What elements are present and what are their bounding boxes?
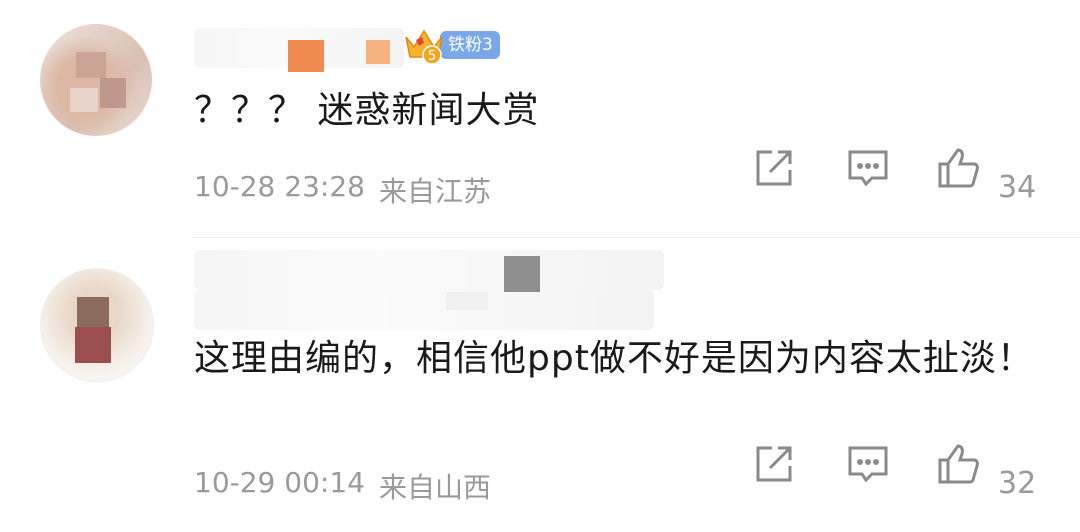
username-redacted[interactable] xyxy=(194,250,664,290)
crown-icon: 5 xyxy=(402,25,446,65)
like-icon[interactable] xyxy=(936,442,980,486)
comment-meta: 10-29 00:14 来自山西 xyxy=(194,466,491,506)
fan-level-label: 铁粉3 xyxy=(440,31,500,59)
username-mosaic xyxy=(446,292,488,310)
comment-location: 来自山西 xyxy=(378,471,491,504)
svg-text:5: 5 xyxy=(428,49,436,64)
reply-icon[interactable] xyxy=(846,442,890,486)
fan-badge[interactable]: 5 铁粉3 xyxy=(402,25,500,65)
comment-meta: 10-28 23:28 来自江苏 xyxy=(194,170,491,210)
comment-text: 这理由编的，相信他ppt做不好是因为内容太扯淡！ xyxy=(194,338,1034,379)
comment-time: 10-29 00:14 xyxy=(194,466,365,499)
username-mosaic xyxy=(288,40,324,72)
comment-text: ？？？ 迷惑新闻大赏 xyxy=(194,90,540,131)
username-redacted xyxy=(194,290,654,330)
share-icon[interactable] xyxy=(752,442,796,486)
comment-location: 来自江苏 xyxy=(378,175,491,208)
reply-icon[interactable] xyxy=(846,146,890,190)
share-icon[interactable] xyxy=(752,146,796,190)
username-mosaic xyxy=(324,40,364,66)
username-mosaic xyxy=(366,40,390,64)
avatar[interactable] xyxy=(40,268,154,382)
comment-item: 这理由编的，相信他ppt做不好是因为内容太扯淡！ 10-29 00:14 来自山… xyxy=(0,238,1080,532)
avatar[interactable] xyxy=(40,24,152,136)
like-count: 32 xyxy=(998,466,1037,501)
like-count: 34 xyxy=(998,170,1037,205)
username-mosaic xyxy=(504,256,540,292)
comment-time: 10-28 23:28 xyxy=(194,170,365,203)
like-icon[interactable] xyxy=(936,146,980,190)
comment-item: 5 铁粉3 ？？？ 迷惑新闻大赏 10-28 23:28 来自江苏 34 xyxy=(0,0,1080,238)
